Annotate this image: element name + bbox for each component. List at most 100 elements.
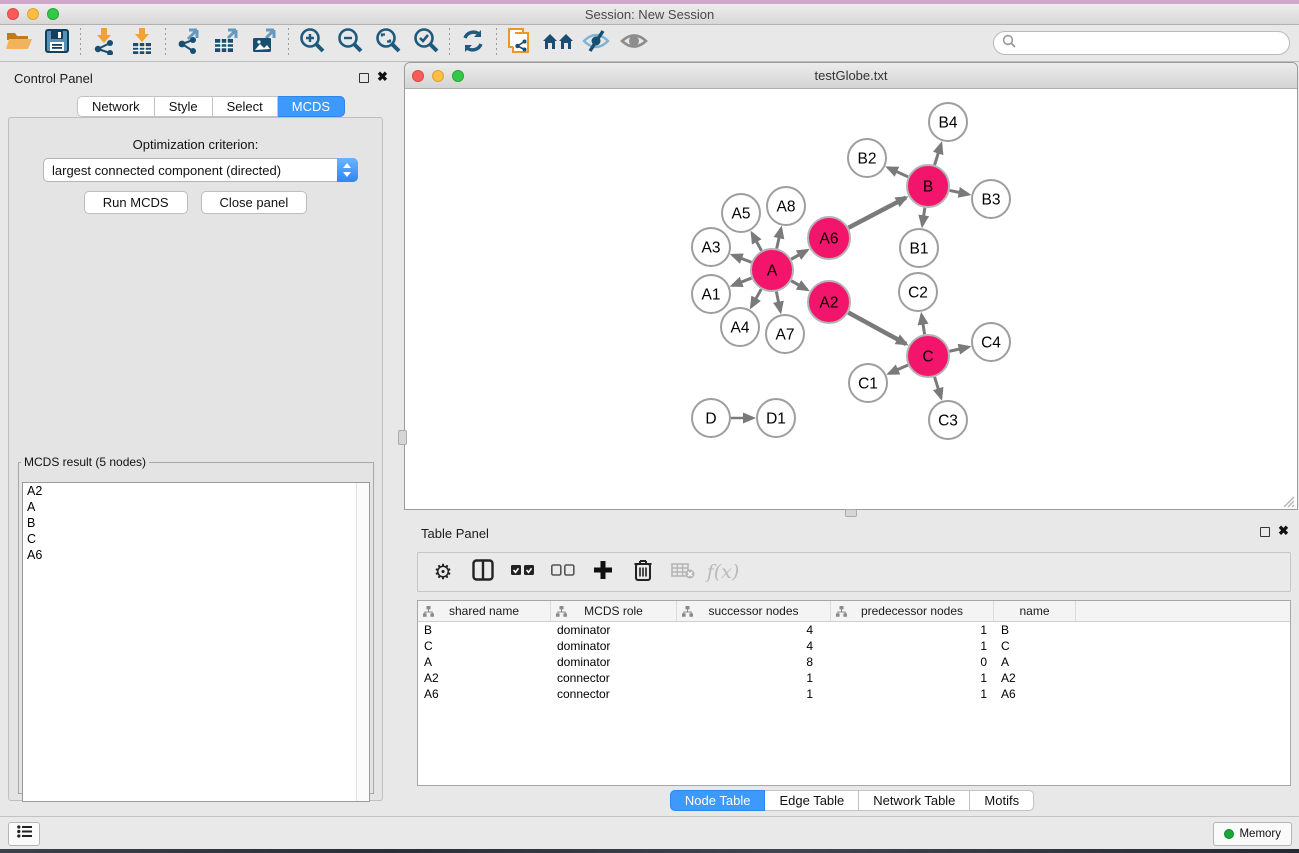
tab-select[interactable]: Select [213,96,278,117]
table-cell[interactable]: 1 [831,622,994,638]
table-cell[interactable]: A2 [418,670,551,686]
table-cell[interactable]: 1 [831,670,994,686]
tab-style[interactable]: Style [155,96,213,117]
optimization-criterion-select[interactable]: largest connected component (directed) [43,158,358,182]
edge-B-B1[interactable] [922,208,925,225]
import-network-button[interactable] [85,27,123,59]
zoom-in-button[interactable] [293,27,331,59]
table-tab-node-table[interactable]: Node Table [670,790,766,811]
edge-A-A6[interactable] [791,250,807,259]
select-all-button[interactable] [506,556,540,588]
window-resize-grip[interactable] [1283,495,1295,507]
edge-B-B3[interactable] [950,190,969,194]
edge-A-A7[interactable] [776,292,780,312]
import-table-button[interactable] [123,27,161,59]
table-cell[interactable]: 1 [677,670,831,686]
edge-A6-B[interactable] [848,198,905,228]
table-cell[interactable]: connector [551,686,677,702]
tab-network[interactable]: Network [77,96,155,117]
edge-A-A2[interactable] [791,281,807,290]
float-table-panel-icon[interactable] [1260,527,1270,537]
table-row[interactable]: A6connector11A6 [418,686,1290,702]
deselect-all-button[interactable] [546,556,580,588]
column-header-successor-nodes[interactable]: successor nodes [677,601,831,621]
table-cell[interactable]: B [994,622,1076,638]
table-settings-button[interactable]: ⚙ [426,556,460,588]
table-cell[interactable]: C [994,638,1076,654]
edge-A-A3[interactable] [733,255,752,262]
network-snapshot-button[interactable] [501,27,539,59]
close-panel-button[interactable]: Close panel [201,191,308,214]
function-builder-button[interactable]: f(x) [706,556,740,588]
export-image-button[interactable] [246,27,284,59]
zoom-out-button[interactable] [331,27,369,59]
table-cell[interactable]: 4 [677,638,831,654]
edge-C-C4[interactable] [949,347,968,351]
table-tab-edge-table[interactable]: Edge Table [765,790,859,811]
open-session-button[interactable] [0,27,38,59]
export-table-button[interactable] [208,27,246,59]
table-cell[interactable]: dominator [551,654,677,670]
edge-A-A1[interactable] [732,278,751,286]
edge-A-A8[interactable] [777,228,781,248]
table-cell[interactable]: 1 [677,686,831,702]
table-row[interactable]: Adominator80A [418,654,1290,670]
table-cell[interactable]: 4 [677,622,831,638]
close-table-panel-icon[interactable]: ✖ [1278,523,1289,539]
mcds-result-item[interactable]: A2 [23,483,369,499]
table-cell[interactable]: 8 [677,654,831,670]
table-tab-network-table[interactable]: Network Table [859,790,970,811]
tab-mcds[interactable]: MCDS [278,96,345,117]
search-input[interactable] [1016,34,1289,52]
table-cell[interactable]: connector [551,670,677,686]
table-cell[interactable]: dominator [551,622,677,638]
zoom-fit-button[interactable] [369,27,407,59]
table-cell[interactable]: 0 [831,654,994,670]
add-column-button[interactable] [586,556,620,588]
network-window-titlebar[interactable]: testGlobe.txt [405,63,1297,89]
mcds-result-item[interactable]: A [23,499,369,515]
result-scrollbar[interactable] [356,483,369,801]
horizontal-split-grip[interactable] [398,430,407,445]
close-panel-icon[interactable]: ✖ [377,69,388,85]
table-cell[interactable]: A [994,654,1076,670]
table-cell[interactable]: A6 [994,686,1076,702]
zoom-selected-button[interactable] [407,27,445,59]
table-row[interactable]: A2connector11A2 [418,670,1290,686]
show-all-button[interactable] [615,27,653,59]
edge-A2-C[interactable] [848,313,906,344]
delete-table-button[interactable] [666,556,700,588]
hide-selected-button[interactable] [577,27,615,59]
export-network-button[interactable] [170,27,208,59]
toolbar-search[interactable] [993,31,1290,55]
mcds-result-item[interactable]: B [23,515,369,531]
table-cell[interactable]: 1 [831,638,994,654]
network-graph[interactable]: B4B2BB3A5A8A6A3B1AA1C2A2A4A7C4CC1C3DD1 [405,89,1297,509]
refresh-view-button[interactable] [454,27,492,59]
table-row[interactable]: Bdominator41B [418,622,1290,638]
memory-button[interactable]: Memory [1213,822,1292,846]
mcds-result-list[interactable]: A2ABCA6 [22,482,370,802]
show-columns-button[interactable] [466,556,500,588]
edge-C-C3[interactable] [935,377,942,398]
column-header-shared-name[interactable]: shared name [418,601,551,621]
table-row[interactable]: Cdominator41C [418,638,1290,654]
edge-B-B2[interactable] [888,168,908,177]
edge-A-A5[interactable] [752,233,762,250]
edge-B-B4[interactable] [935,144,942,165]
network-canvas[interactable]: B4B2BB3A5A8A6A3B1AA1C2A2A4A7C4CC1C3DD1 [405,89,1297,509]
mcds-result-item[interactable]: C [23,531,369,547]
save-session-button[interactable] [38,27,76,59]
float-panel-icon[interactable] [359,73,369,83]
table-cell[interactable]: B [418,622,551,638]
run-mcds-button[interactable]: Run MCDS [84,191,188,214]
delete-column-button[interactable] [626,556,660,588]
edge-A-A4[interactable] [751,289,761,307]
table-tab-motifs[interactable]: Motifs [970,790,1034,811]
column-header-name[interactable]: name [994,601,1076,621]
table-cell[interactable]: 1 [831,686,994,702]
column-header-MCDS-role[interactable]: MCDS role [551,601,677,621]
table-cell[interactable]: dominator [551,638,677,654]
task-history-button[interactable] [8,822,40,846]
table-cell[interactable]: C [418,638,551,654]
